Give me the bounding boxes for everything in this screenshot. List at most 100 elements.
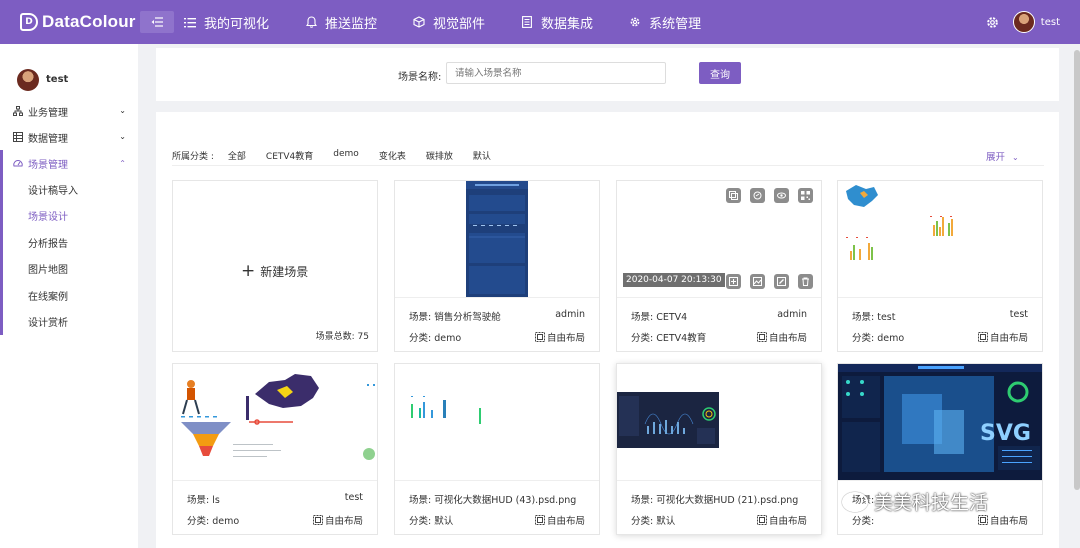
search-input[interactable]	[446, 62, 666, 84]
user-avatar[interactable]	[1012, 11, 1035, 33]
layout-icon	[312, 515, 323, 525]
scrollbar-thumb[interactable]	[1074, 50, 1080, 490]
settings-gear-icon[interactable]	[986, 16, 999, 29]
nav-push-monitor[interactable]: 推送监控	[305, 13, 377, 32]
scene-category: 分类:	[852, 516, 875, 527]
logo-icon: D	[20, 13, 38, 31]
layout-label: 自由布局	[546, 333, 585, 344]
scene-card[interactable]: 场景: ls test 分类: demo 自由布局	[172, 363, 378, 535]
bell-icon	[305, 16, 317, 28]
nav-system-management[interactable]: 系统管理	[629, 13, 701, 32]
scene-thumbnail[interactable]	[617, 364, 821, 480]
sidebar-item-label: 业务管理	[28, 107, 68, 119]
layout-icon	[977, 515, 988, 525]
nav-visual-widgets[interactable]: 视觉部件	[413, 13, 485, 32]
divider	[172, 165, 1044, 166]
document-icon	[521, 16, 533, 28]
scene-owner: test	[344, 492, 363, 503]
scene-row-2: 分类: 默认 自由布局	[631, 513, 807, 527]
scene-owner: test	[1009, 309, 1028, 320]
image-icon[interactable]	[750, 274, 765, 289]
map-chart-preview-image	[846, 185, 953, 260]
sidebar-sub-online-cases[interactable]: 在线案例	[3, 282, 138, 309]
logo[interactable]: D DataColour	[20, 12, 140, 32]
filter-option-carbon[interactable]: 碳排放	[426, 149, 453, 162]
export-icon[interactable]	[726, 274, 741, 289]
sidebar-sub-image-map[interactable]: 图片地图	[3, 256, 138, 283]
search-panel: 场景名称: 查询	[156, 48, 1059, 101]
category-filters: 所属分类 : 全部 CETV4教育 demo 变化表 碳排放 默认	[172, 149, 511, 162]
edit-icon[interactable]	[774, 274, 789, 289]
scene-thumbnail[interactable]: SVG	[838, 364, 1042, 480]
scene-card[interactable]: 场景: 可视化大数据HUD (21).psd.png 分类: 默认 自由布局	[616, 363, 822, 535]
filter-option-demo[interactable]: demo	[333, 149, 359, 162]
sidebar-item-scene[interactable]: 场景管理 ⌃	[3, 150, 138, 176]
scene-row-2: 分类: 默认 自由布局	[409, 513, 585, 527]
layout-label: 自由布局	[546, 516, 585, 527]
sidebar-sub-analysis-report[interactable]: 分析报告	[3, 229, 138, 256]
top-navbar: D DataColour 我的可视化 推送监控 视觉部件 数据集成 系统管理 t…	[0, 0, 1080, 44]
sidebar-sub-design-import[interactable]: 设计稿导入	[3, 176, 138, 203]
scene-name: 场景: ls	[187, 495, 220, 506]
nav-data-integration[interactable]: 数据集成	[521, 13, 593, 32]
layout-tag: 自由布局	[977, 330, 1028, 344]
sidebar-item-business[interactable]: 业务管理 ⌄	[0, 98, 138, 124]
filter-option-change-table[interactable]: 变化表	[379, 149, 406, 162]
scene-owner: admin	[555, 309, 585, 320]
scene-thumbnail[interactable]	[838, 181, 1042, 297]
scene-card[interactable]: 2020-04-07 20:13:30 场景: CETV4 admin 分类: …	[616, 180, 822, 352]
qrcode-icon[interactable]	[798, 188, 813, 203]
page-scrollbar[interactable]	[1074, 44, 1080, 548]
delete-icon[interactable]	[798, 274, 813, 289]
filter-option-all[interactable]: 全部	[228, 149, 246, 162]
new-scene-card[interactable]: + 新建场景 场景总数: 75	[172, 180, 378, 352]
preview-eye-icon[interactable]	[774, 188, 789, 203]
sidebar-item-label: 场景管理	[28, 159, 68, 171]
new-scene-label: 新建场景	[260, 264, 309, 279]
layout-tag: 自由布局	[534, 513, 585, 527]
menu-toggle-button[interactable]	[140, 11, 174, 33]
scene-row-1: 场景: ls test	[187, 492, 363, 506]
scene-card[interactable]: 场景: 可视化大数据HUD (43).psd.png 分类: 默认 自由布局	[394, 363, 600, 535]
filter-option-default[interactable]: 默认	[473, 149, 491, 162]
scene-thumbnail[interactable]	[395, 181, 599, 297]
sidebar-sub-scene-design[interactable]: 场景设计	[3, 203, 138, 230]
sidebar-item-data[interactable]: 数据管理 ⌄	[0, 124, 138, 150]
scene-thumbnail[interactable]	[173, 364, 377, 480]
filter-option-cetv4[interactable]: CETV4教育	[266, 149, 313, 162]
scene-card[interactable]: 场景: 销售分析驾驶舱 admin 分类: demo 自由布局	[394, 180, 600, 352]
scene-thumbnail[interactable]	[395, 364, 599, 480]
search-label: 场景名称:	[398, 72, 442, 83]
sidebar-username: test	[46, 74, 69, 85]
wechat-icon	[842, 491, 868, 512]
layout-label: 自由布局	[768, 333, 807, 344]
nav-label: 数据集成	[541, 16, 594, 32]
sidebar-sub-design-appreciation[interactable]: 设计赏析	[3, 309, 138, 336]
layout-icon	[534, 515, 545, 525]
new-scene-button[interactable]: + 新建场景	[241, 261, 308, 281]
layout-icon	[756, 515, 767, 525]
scene-thumbnail[interactable]: 2020-04-07 20:13:30	[617, 181, 821, 297]
scene-name: 场景: CETV4	[631, 312, 688, 323]
hud-dashboard-preview-image	[617, 392, 719, 448]
layout-tag: 自由布局	[977, 513, 1028, 527]
scene-category: 分类: 默认	[631, 516, 676, 527]
nav-label: 视觉部件	[433, 16, 486, 32]
search-button[interactable]: 查询	[699, 62, 741, 84]
update-time-badge: 2020-04-07 20:13:30	[623, 273, 725, 287]
share-icon[interactable]	[750, 188, 765, 203]
scene-total: 场景总数: 75	[315, 332, 369, 342]
avatar	[17, 68, 39, 91]
scene-meta: 场景: 可视化大数据HUD (21).psd.png 分类: 默认 自由布局	[617, 480, 821, 534]
scene-panel: 所属分类 : 全部 CETV4教育 demo 变化表 碳排放 默认 展开 ⌄ +…	[156, 112, 1059, 548]
main-nav: 我的可视化 推送监控 视觉部件 数据集成 系统管理	[184, 13, 737, 32]
scene-card[interactable]: 场景: test test 分类: demo 自由布局	[837, 180, 1043, 352]
scene-row-2: 分类: demo 自由布局	[187, 513, 363, 527]
layout-icon	[756, 332, 767, 342]
username[interactable]: test	[1041, 17, 1060, 28]
layout-icon	[977, 332, 988, 342]
nav-my-visualization[interactable]: 我的可视化	[184, 13, 269, 32]
copy-icon[interactable]	[726, 188, 741, 203]
expand-button[interactable]: 展开 ⌄	[986, 149, 1019, 163]
scene-row-2: 分类: demo 自由布局	[852, 330, 1028, 344]
